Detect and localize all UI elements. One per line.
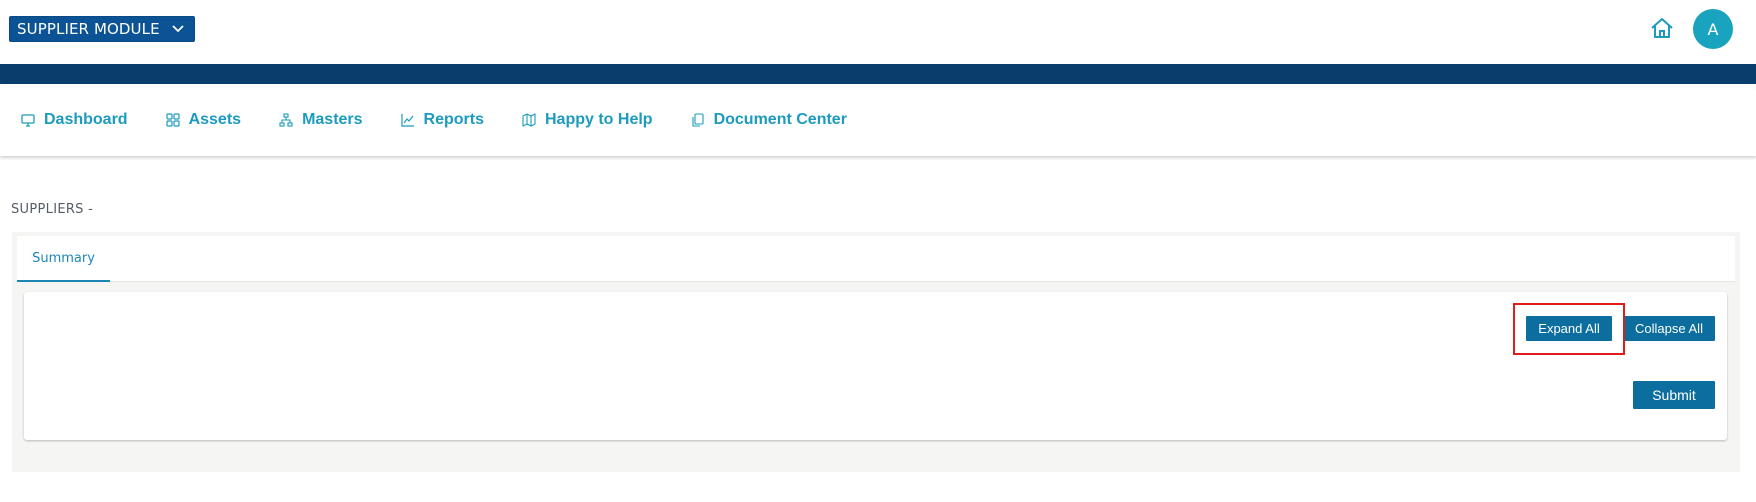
chart-line-icon xyxy=(400,112,416,128)
tab-bar: Summary xyxy=(17,236,1735,282)
nav-item-document-center[interactable]: Document Center xyxy=(690,105,847,135)
nav-item-happy-to-help[interactable]: Happy to Help xyxy=(521,105,653,135)
nav-item-label: Reports xyxy=(423,111,484,128)
module-dropdown[interactable]: SUPPLIER MODULE xyxy=(9,16,195,42)
submit-button[interactable]: Submit xyxy=(1633,381,1715,409)
map-icon xyxy=(521,112,537,128)
nav-item-label: Assets xyxy=(188,111,242,128)
content-inner: SUPPLIERS - Summary Expand All Collapse … xyxy=(0,176,1756,502)
nav-item-label: Masters xyxy=(302,111,363,128)
sitemap-icon xyxy=(278,112,294,128)
breadcrumb: SUPPLIERS - xyxy=(11,202,94,217)
suppliers-panel: Summary Expand All Collapse All Submit xyxy=(12,232,1740,472)
nav-item-reports[interactable]: Reports xyxy=(400,105,484,135)
nav-item-masters[interactable]: Masters xyxy=(278,105,363,135)
chevron-down-icon xyxy=(162,16,194,42)
grid-icon xyxy=(165,112,181,128)
expand-all-button[interactable]: Expand All xyxy=(1526,316,1612,341)
nav-item-dashboard[interactable]: Dashboard xyxy=(20,105,128,135)
brand-strip xyxy=(0,64,1756,84)
nav-item-label: Document Center xyxy=(713,111,847,128)
user-avatar[interactable]: A xyxy=(1693,9,1733,49)
documents-icon xyxy=(690,112,706,128)
module-dropdown-label: SUPPLIER MODULE xyxy=(17,20,160,38)
avatar-initial: A xyxy=(1707,19,1719,39)
collapse-all-button[interactable]: Collapse All xyxy=(1623,316,1715,341)
summary-card: Expand All Collapse All Submit xyxy=(24,292,1727,440)
home-button[interactable] xyxy=(1648,17,1676,43)
home-icon xyxy=(1650,17,1674,44)
nav-item-label: Happy to Help xyxy=(545,111,653,128)
nav-item-label: Dashboard xyxy=(44,111,128,128)
nav-item-assets[interactable]: Assets xyxy=(165,105,241,135)
monitor-icon xyxy=(20,112,36,128)
content-area: SUPPLIERS - Summary Expand All Collapse … xyxy=(0,176,1756,502)
top-header: SUPPLIER MODULE A xyxy=(0,0,1756,64)
main-nav: Dashboard Assets Masters Reports Happy t… xyxy=(0,84,1756,156)
tab-summary[interactable]: Summary xyxy=(17,236,110,282)
